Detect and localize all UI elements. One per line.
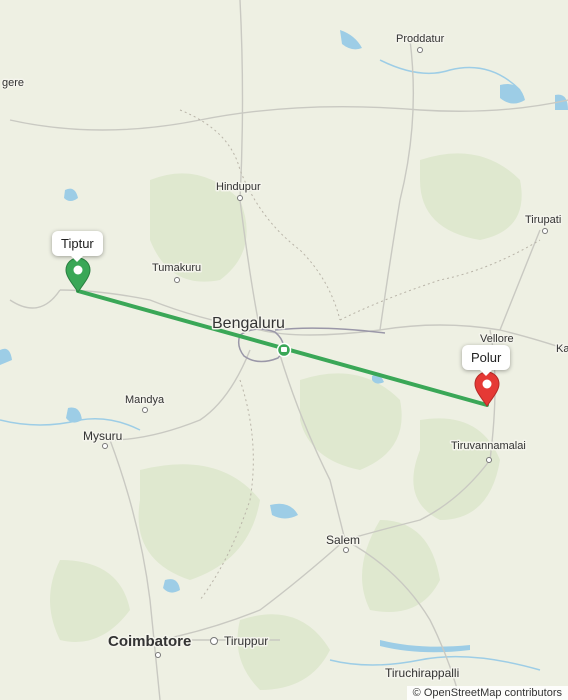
city-label-bengaluru: Bengaluru xyxy=(212,315,285,332)
city-label-hindupur: Hindupur xyxy=(216,181,261,193)
start-location-label: Tiptur xyxy=(61,236,94,251)
end-location-label: Polur xyxy=(471,350,502,365)
map-attribution[interactable]: © OpenStreetMap contributors xyxy=(406,686,568,700)
city-label-vellore: Vellore xyxy=(480,333,514,345)
start-location-callout: Tiptur xyxy=(52,231,103,262)
city-label-tirupati: Tirupati xyxy=(525,214,561,226)
city-label-tumakuru: Tumakuru xyxy=(152,262,201,274)
city-label-tiruchirappalli: Tiruchirappalli xyxy=(385,666,459,680)
city-label-mandya: Mandya xyxy=(125,394,165,406)
city-label-tiruvannamalai: Tiruvannamalai xyxy=(451,440,526,452)
city-label-coimbatore: Coimbatore xyxy=(108,633,191,650)
attribution-text: © OpenStreetMap contributors xyxy=(412,687,562,699)
city-label-ka: Ka xyxy=(556,343,568,355)
city-label-salem: Salem xyxy=(326,533,360,547)
end-location-callout: Polur xyxy=(462,345,511,376)
city-label-gere: gere xyxy=(2,77,24,89)
city-label-tiruppur: Tiruppur xyxy=(224,634,268,648)
city-label-mysuru: Mysuru xyxy=(83,429,122,443)
city-label-proddatur: Proddatur xyxy=(396,33,445,45)
train-station-icon[interactable] xyxy=(276,342,292,358)
